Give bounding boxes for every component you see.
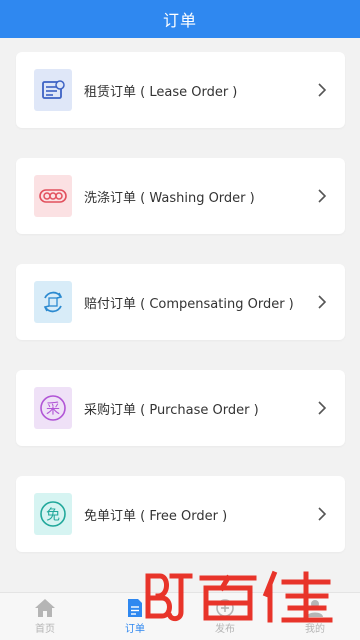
order-item-compensating[interactable]: 赔付订单 ( Compensating Order ) [16,264,345,340]
order-item-washing[interactable]: 洗涤订单 ( Washing Order ) [16,158,345,234]
tab-label: 订单 [125,624,145,635]
free-glyph: 免 [46,508,60,524]
order-item-label: 赔付订单 ( Compensating Order ) [84,296,294,312]
chevron-right-icon [309,188,335,204]
purchase-glyph: 采 [46,402,60,418]
tab-publish[interactable]: 发布 [180,593,270,640]
lease-order-icon [34,69,72,111]
order-doc-icon [128,599,142,617]
tab-label: 发布 [215,624,235,635]
tab-label: 首页 [35,624,55,635]
profile-icon [307,600,323,617]
order-item-label: 免单订单 ( Free Order ) [84,508,228,524]
chevron-right-icon [309,506,335,522]
publish-icon [216,599,234,617]
free-order-icon: 免 [34,493,72,535]
washing-order-icon [34,175,72,217]
purchase-order-icon: 采 [34,387,72,429]
order-item-purchase[interactable]: 采 采购订单 ( Purchase Order ) [16,370,345,446]
chevron-right-icon [309,294,335,310]
compensating-order-icon [34,281,72,323]
home-icon [35,599,55,617]
order-item-label: 洗涤订单 ( Washing Order ) [84,190,255,206]
order-item-label: 采购订单 ( Purchase Order ) [84,402,259,418]
tab-home[interactable]: 首页 [0,593,90,640]
tab-label: 我的 [305,624,325,635]
tab-orders[interactable]: 订单 [90,593,180,640]
chevron-right-icon [309,400,335,416]
page-title: 订单 [162,11,197,30]
order-item-lease[interactable]: 租赁订单 ( Lease Order ) [16,52,345,128]
chevron-right-icon [309,82,335,98]
order-item-free[interactable]: 免 免单订单 ( Free Order ) [16,476,345,552]
top-bar: 订单 [0,0,360,38]
order-item-label: 租赁订单 ( Lease Order ) [84,84,238,100]
tab-profile[interactable]: 我的 [270,593,360,640]
bottom-tab-bar: 首页 订单 发布 我的 [0,592,360,640]
